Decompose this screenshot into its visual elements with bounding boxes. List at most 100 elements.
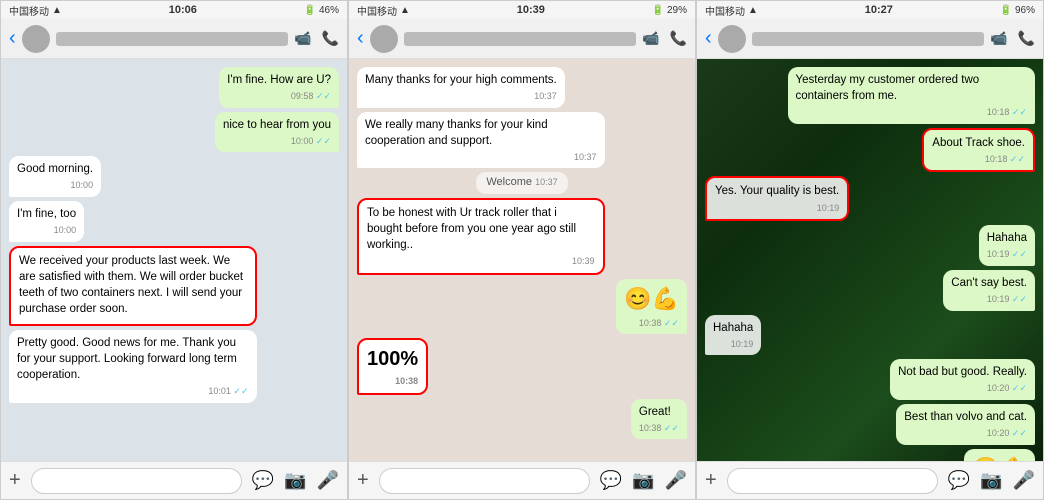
message-time: 10:39 <box>367 255 595 268</box>
status-time: 10:39 <box>517 4 545 16</box>
message-ticks: ✓✓ <box>1012 383 1027 393</box>
message-time: 10:20 ✓✓ <box>898 382 1027 395</box>
message-text: We received your products last week. We … <box>19 255 243 315</box>
header-icons: 📹 📞 <box>642 30 687 47</box>
message-text: Pretty good. Good news for me. Thank you… <box>17 337 237 381</box>
microphone-icon[interactable]: 🎤 <box>1013 470 1035 491</box>
phone-panel-1: 中国移动 ▲ 10:06 🔋 46% ‹ 📹 📞 I'm fine. How a… <box>0 0 348 500</box>
message-text: I'm fine. How are U? <box>227 74 331 86</box>
sent-message: About Track shoe. 10:18 ✓✓ <box>922 128 1035 173</box>
message-text: Great! <box>639 406 671 418</box>
message-text: Can't say best. <box>951 277 1027 289</box>
chat-header: ‹ 📹 📞 <box>1 19 347 59</box>
status-bar: 中国移动 ▲ 10:27 🔋 96% <box>697 1 1043 19</box>
contact-name <box>752 32 984 46</box>
status-bar: 中国移动 ▲ 10:39 🔋 29% <box>349 1 695 19</box>
chat-messages: Many thanks for your high comments. 10:3… <box>349 59 695 461</box>
back-arrow-icon[interactable]: ‹ <box>705 27 712 50</box>
received-message: Hahaha 10:19 <box>705 315 761 356</box>
sent-message: 😊💪 10:38 ✓✓ <box>616 279 687 334</box>
message-time: 10:37 <box>365 90 557 103</box>
message-time: 10:37 <box>535 177 558 187</box>
message-text: Welcome <box>486 176 532 188</box>
message-time: 10:19 ✓✓ <box>987 248 1027 261</box>
message-text: 100% <box>367 348 418 370</box>
sticker-icon[interactable]: 💬 <box>600 470 622 491</box>
message-text: 😊💪 <box>624 286 679 311</box>
message-ticks: ✓✓ <box>233 386 248 396</box>
sticker-icon[interactable]: 💬 <box>252 470 274 491</box>
status-left: 中国移动 ▲ <box>357 3 410 18</box>
camera-icon[interactable]: 📷 <box>632 470 654 491</box>
voice-call-icon[interactable]: 📞 <box>670 30 687 47</box>
received-message: We received your products last week. We … <box>9 246 257 326</box>
sent-message: Can't say best. 10:19 ✓✓ <box>943 270 1035 311</box>
message-ticks: ✓✓ <box>1012 107 1027 117</box>
back-arrow-icon[interactable]: ‹ <box>9 27 16 50</box>
header-icons: 📹 📞 <box>990 30 1035 47</box>
message-text: Good morning. <box>17 163 93 175</box>
sent-message: Not bad but good. Really. 10:20 ✓✓ <box>890 359 1035 400</box>
camera-icon[interactable]: 📷 <box>284 470 306 491</box>
status-time: 10:06 <box>169 4 197 16</box>
message-time: 10:38 <box>367 375 418 388</box>
message-time: 10:38 ✓✓ <box>639 422 679 435</box>
message-input[interactable] <box>379 468 590 494</box>
message-ticks: ✓✓ <box>316 91 331 101</box>
phone-panel-3: 中国移动 ▲ 10:27 🔋 96% ‹ 📹 📞 Yesterday my cu… <box>696 0 1044 500</box>
video-call-icon[interactable]: 📹 <box>990 30 1007 47</box>
battery-icon: 🔋 29% <box>652 5 687 16</box>
status-bar: 中国移动 ▲ 10:06 🔋 46% <box>1 1 347 19</box>
message-input[interactable] <box>727 468 938 494</box>
message-text: Hahaha <box>987 232 1027 244</box>
message-text: To be honest with Ur track roller that i… <box>367 207 576 251</box>
voice-call-icon[interactable]: 📞 <box>1018 30 1035 47</box>
message-time: 10:00 <box>17 224 76 237</box>
message-time: 10:18 ✓✓ <box>932 153 1025 166</box>
sticker-icon[interactable]: 💬 <box>948 470 970 491</box>
sent-message: Yesterday my customer ordered two contai… <box>788 67 1036 124</box>
received-message: Yes. Your quality is best. 10:19 <box>705 176 849 221</box>
chat-header: ‹ 📹 📞 <box>349 19 695 59</box>
message-text: Hahaha <box>713 322 753 334</box>
back-arrow-icon[interactable]: ‹ <box>357 27 364 50</box>
bottom-toolbar: + 💬 📷 🎤 <box>1 461 347 499</box>
received-message: 100% 10:38 <box>357 338 428 395</box>
system-message: Welcome 10:37 <box>476 172 567 193</box>
microphone-icon[interactable]: 🎤 <box>665 470 687 491</box>
message-time: 10:37 <box>365 151 597 164</box>
sent-message: I'm fine. How are U? 09:58 ✓✓ <box>219 67 339 108</box>
camera-icon[interactable]: 📷 <box>980 470 1002 491</box>
video-call-icon[interactable]: 📹 <box>294 30 311 47</box>
header-icons: 📹 📞 <box>294 30 339 47</box>
contact-name <box>404 32 636 46</box>
status-left: 中国移动 ▲ <box>9 3 62 18</box>
carrier-label: 中国移动 <box>705 3 745 18</box>
attach-button[interactable]: + <box>357 469 369 492</box>
contact-avatar <box>370 25 398 53</box>
message-text: 😊💪 <box>972 456 1027 461</box>
message-ticks: ✓✓ <box>316 136 331 146</box>
message-input[interactable] <box>31 468 242 494</box>
attach-button[interactable]: + <box>9 469 21 492</box>
wifi-icon: ▲ <box>400 5 410 16</box>
voice-call-icon[interactable]: 📞 <box>322 30 339 47</box>
carrier-label: 中国移动 <box>357 3 397 18</box>
status-left: 中国移动 ▲ <box>705 3 758 18</box>
message-text: Not bad but good. Really. <box>898 366 1027 378</box>
status-time: 10:27 <box>865 4 893 16</box>
message-text: Best than volvo and cat. <box>904 411 1027 423</box>
message-ticks: ✓✓ <box>1010 154 1025 164</box>
battery-icon: 🔋 46% <box>304 5 339 16</box>
status-right: 🔋 46% <box>304 5 339 16</box>
microphone-icon[interactable]: 🎤 <box>317 470 339 491</box>
video-call-icon[interactable]: 📹 <box>642 30 659 47</box>
received-message: Pretty good. Good news for me. Thank you… <box>9 330 257 403</box>
attach-button[interactable]: + <box>705 469 717 492</box>
message-time: 09:58 ✓✓ <box>227 90 331 103</box>
message-ticks: ✓✓ <box>1012 428 1027 438</box>
message-ticks: ✓✓ <box>1012 294 1027 304</box>
contact-avatar <box>718 25 746 53</box>
bottom-toolbar: + 💬 📷 🎤 <box>697 461 1043 499</box>
message-text: I'm fine, too <box>17 208 76 220</box>
